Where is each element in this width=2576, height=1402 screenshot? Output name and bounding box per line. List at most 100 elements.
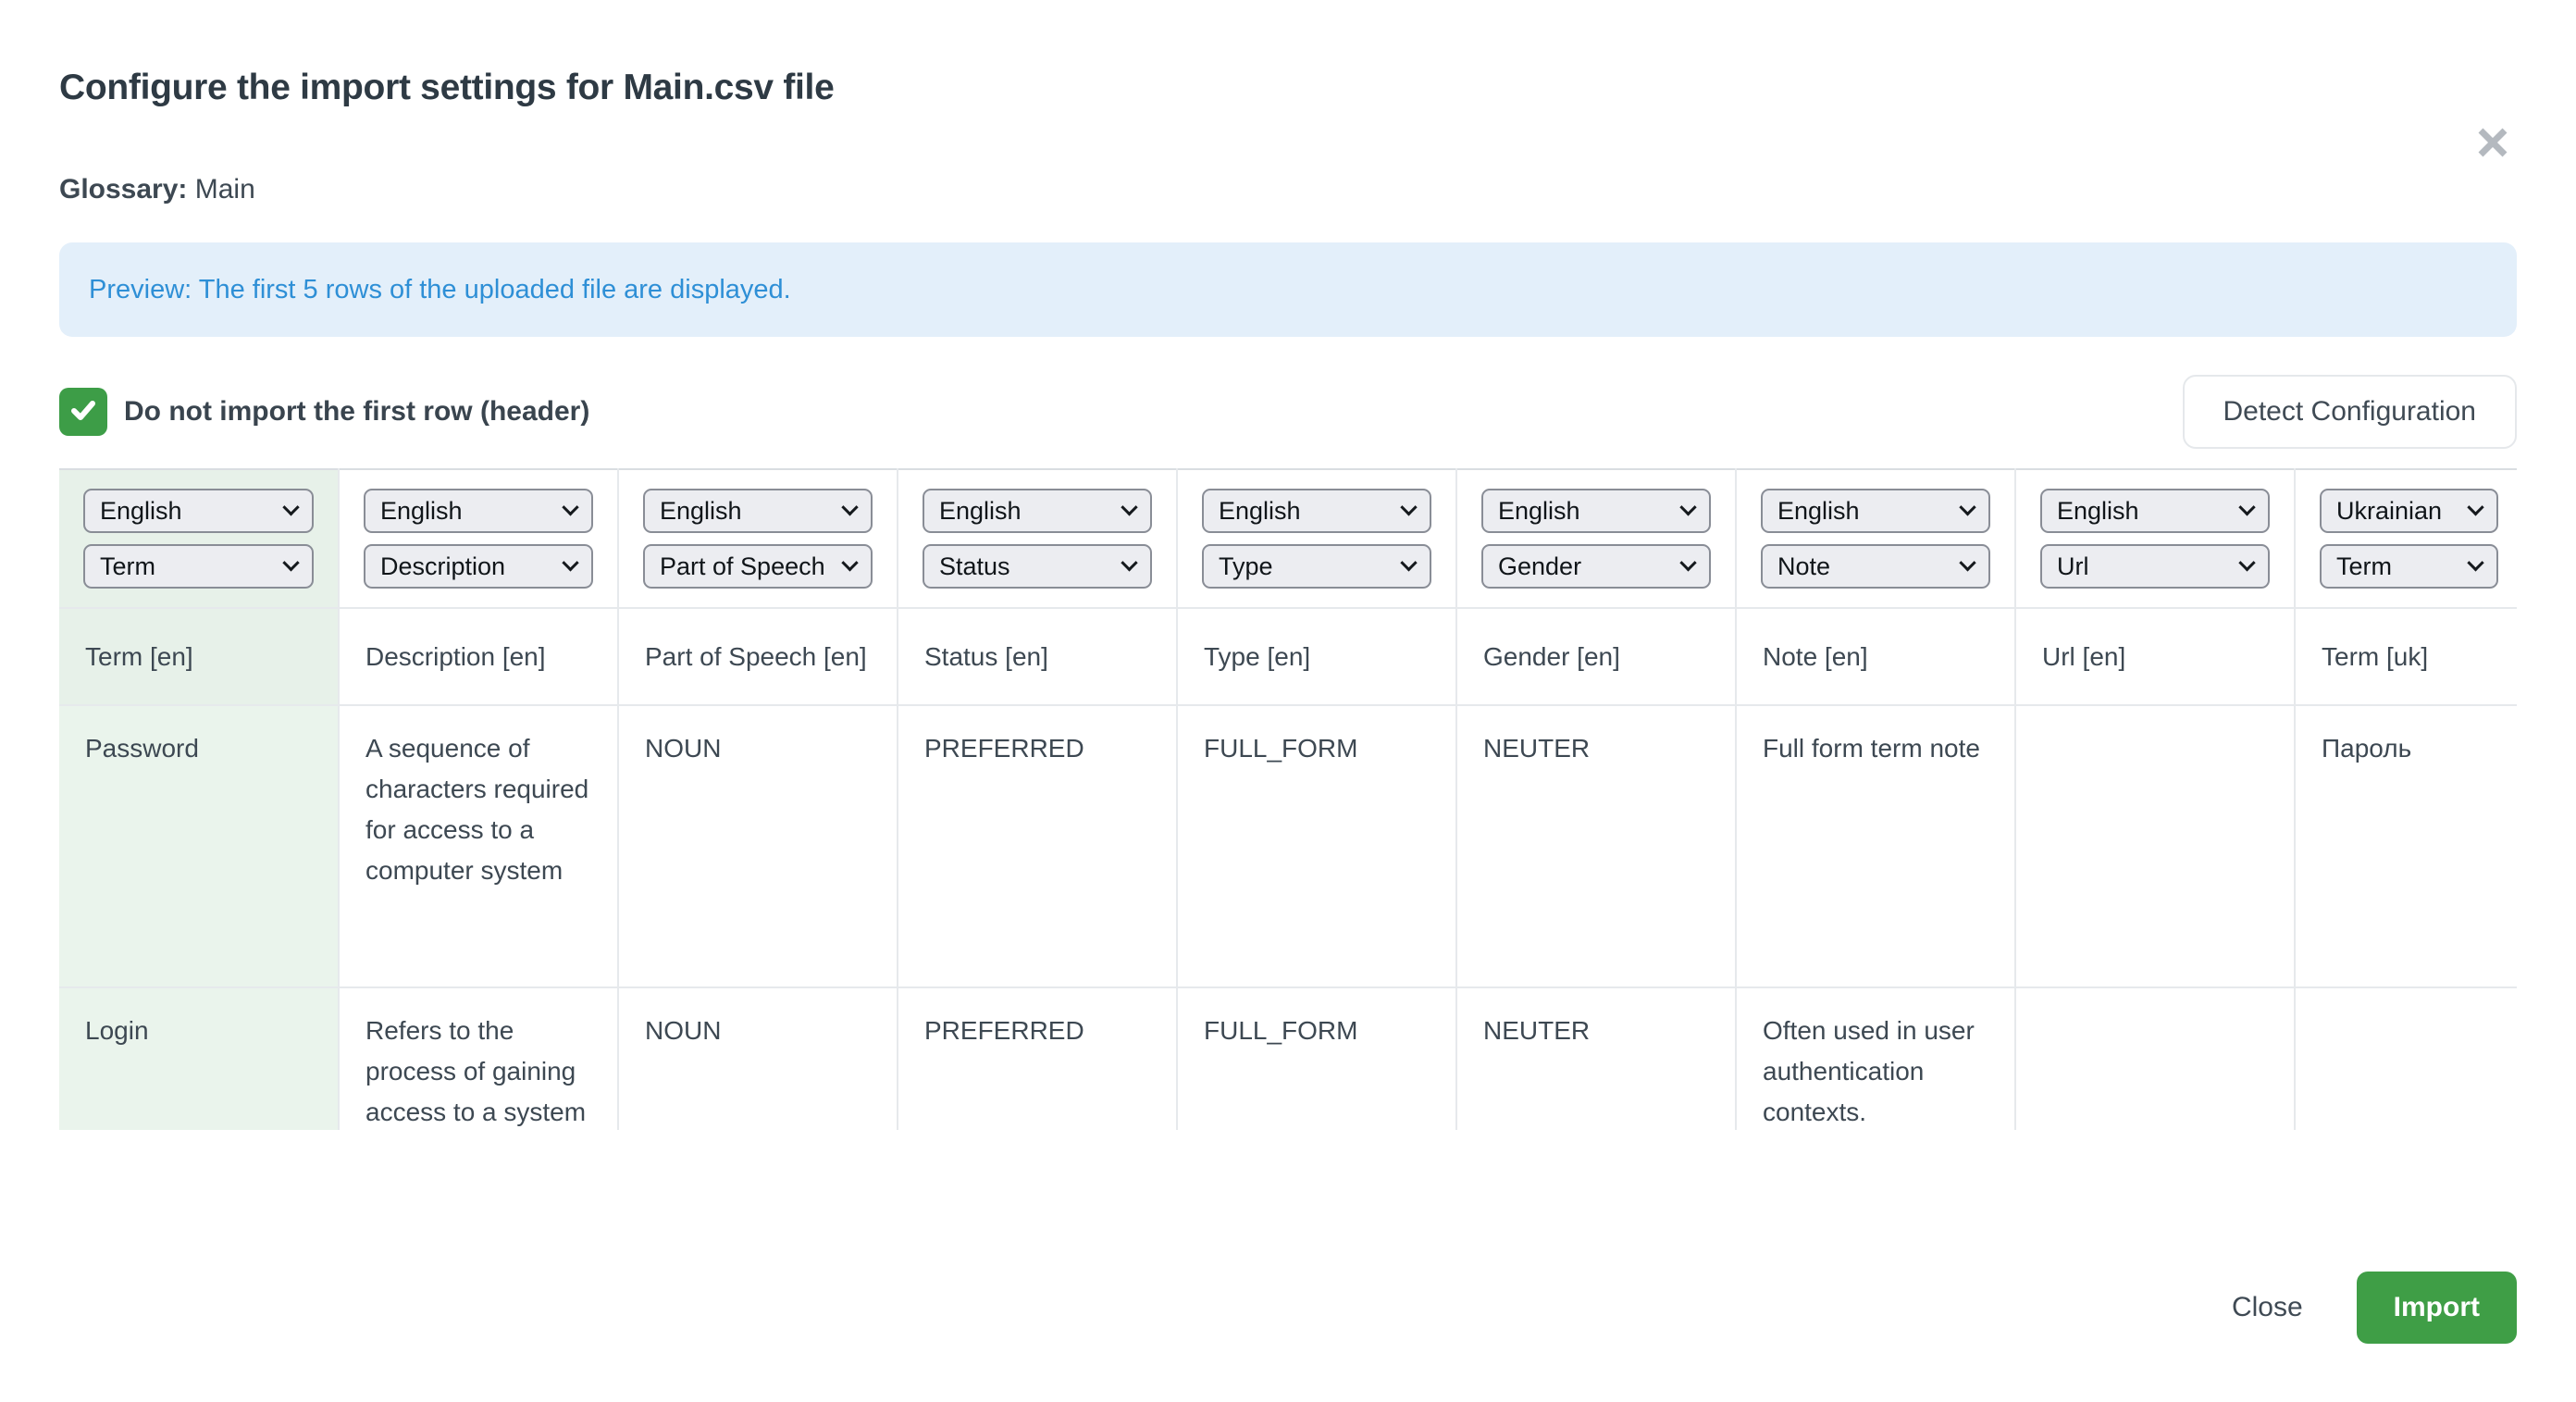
detect-configuration-label: Detect Configuration [2223, 396, 2477, 428]
language-select-value: English [100, 497, 182, 526]
data-cell [2295, 987, 2517, 1130]
field-select-value: Term [100, 552, 155, 581]
language-select[interactable]: English [364, 489, 593, 533]
field-select-value: Gender [1498, 552, 1581, 581]
glossary-value: Main [195, 174, 255, 205]
field-select-value: Url [2057, 552, 2089, 581]
field-select[interactable]: Description [364, 544, 593, 589]
chevron-down-icon [1121, 554, 1137, 571]
close-icon[interactable] [2471, 120, 2515, 165]
data-cell: Password [59, 705, 339, 987]
language-select[interactable]: English [1481, 489, 1711, 533]
table-row: PasswordA sequence of characters require… [59, 705, 2517, 987]
language-select-value: English [1777, 497, 1860, 526]
field-select[interactable]: Note [1761, 544, 1990, 589]
data-cell: Often used in user authentication contex… [1736, 987, 2015, 1130]
field-select-value: Type [1219, 552, 1273, 581]
language-select-value: English [939, 497, 1022, 526]
chevron-down-icon [1400, 499, 1417, 515]
field-select-value: Status [939, 552, 1010, 581]
data-cell [2015, 987, 2295, 1130]
data-cell: FULL_FORM [1177, 987, 1456, 1130]
field-select-value: Description [380, 552, 505, 581]
data-cell: Login [59, 987, 339, 1130]
data-cell: Refers to the process of gaining access … [339, 987, 618, 1130]
glossary-label: Glossary: [59, 174, 187, 205]
chevron-down-icon [282, 554, 299, 571]
column-mapping-cell: Ukrainian Term [2295, 469, 2517, 608]
chevron-down-icon [841, 554, 858, 571]
data-cell: A sequence of characters required for ac… [339, 705, 618, 987]
data-cell: NEUTER [1456, 705, 1736, 987]
field-select[interactable]: Gender [1481, 544, 1711, 589]
chevron-down-icon [562, 554, 578, 571]
data-cell [2015, 705, 2295, 987]
field-select[interactable]: Term [2320, 544, 2498, 589]
data-cell: NOUN [618, 987, 898, 1130]
glossary-line: Glossary: Main [59, 174, 2517, 205]
column-mapping-cell: English Status [898, 469, 1177, 608]
column-header-cell: Term [en] [59, 608, 339, 705]
column-header-cell: Type [en] [1177, 608, 1456, 705]
data-cell: NOUN [618, 705, 898, 987]
language-select[interactable]: English [643, 489, 873, 533]
field-select[interactable]: Term [83, 544, 314, 589]
column-mapping-cell: English Url [2015, 469, 2295, 608]
language-select-value: English [1498, 497, 1580, 526]
field-select[interactable]: Type [1202, 544, 1431, 589]
table-row: LoginRefers to the process of gaining ac… [59, 987, 2517, 1130]
column-mapping-cell: English Term [59, 469, 339, 608]
language-select[interactable]: English [1202, 489, 1431, 533]
data-cell: Пароль [2295, 705, 2517, 987]
data-cell: FULL_FORM [1177, 705, 1456, 987]
column-header-cell: Term [uk] [2295, 608, 2517, 705]
chevron-down-icon [1400, 554, 1417, 571]
table-scroll-area[interactable]: English Term English Description English Part… [59, 468, 2517, 1130]
chevron-down-icon [562, 499, 578, 515]
language-select[interactable]: English [1761, 489, 1990, 533]
controls-row: Do not import the first row (header) Det… [59, 374, 2517, 450]
data-cell: NEUTER [1456, 987, 1736, 1130]
language-select[interactable]: Ukrainian [2320, 489, 2498, 533]
column-header-cell: Url [en] [2015, 608, 2295, 705]
checkmark-icon [68, 394, 99, 430]
column-header-cell: Description [en] [339, 608, 618, 705]
column-mapping-cell: English Note [1736, 469, 2015, 608]
chevron-down-icon [282, 499, 299, 515]
header-row-checkbox-label: Do not import the first row (header) [124, 396, 589, 428]
column-mapping-cell: English Part of Speech [618, 469, 898, 608]
language-select-value: English [2057, 497, 2139, 526]
footer-actions: Close Import [2232, 1272, 2517, 1344]
language-select-value: English [380, 497, 463, 526]
detect-configuration-button[interactable]: Detect Configuration [2183, 375, 2518, 449]
page-title: Configure the import settings for Main.c… [59, 67, 2517, 109]
language-select-value: Ukrainian [2336, 497, 2442, 526]
language-select[interactable]: English [923, 489, 1152, 533]
chevron-down-icon [2467, 499, 2483, 515]
field-select-value: Part of Speech [660, 552, 825, 581]
chevron-down-icon [2467, 554, 2483, 571]
column-mapping-cell: English Type [1177, 469, 1456, 608]
field-select[interactable]: Status [923, 544, 1152, 589]
language-select[interactable]: English [2040, 489, 2270, 533]
header-row-checkbox-wrap: Do not import the first row (header) [59, 388, 589, 436]
import-button-label: Import [2394, 1292, 2480, 1323]
field-select[interactable]: Part of Speech [643, 544, 873, 589]
import-button[interactable]: Import [2357, 1272, 2517, 1344]
chevron-down-icon [1959, 499, 1975, 515]
column-mapping-cell: English Description [339, 469, 618, 608]
chevron-down-icon [1679, 554, 1696, 571]
field-select-value: Term [2336, 552, 2392, 581]
header-row-checkbox[interactable] [59, 388, 107, 436]
chevron-down-icon [2238, 554, 2255, 571]
chevron-down-icon [1959, 554, 1975, 571]
column-header-cell: Status [en] [898, 608, 1177, 705]
column-header-cell: Note [en] [1736, 608, 2015, 705]
language-select-value: English [660, 497, 742, 526]
field-select[interactable]: Url [2040, 544, 2270, 589]
language-select[interactable]: English [83, 489, 314, 533]
preview-table: English Term English Description English Part… [59, 468, 2517, 1130]
chevron-down-icon [2238, 499, 2255, 515]
data-cell: PREFERRED [898, 987, 1177, 1130]
close-button[interactable]: Close [2232, 1292, 2303, 1323]
